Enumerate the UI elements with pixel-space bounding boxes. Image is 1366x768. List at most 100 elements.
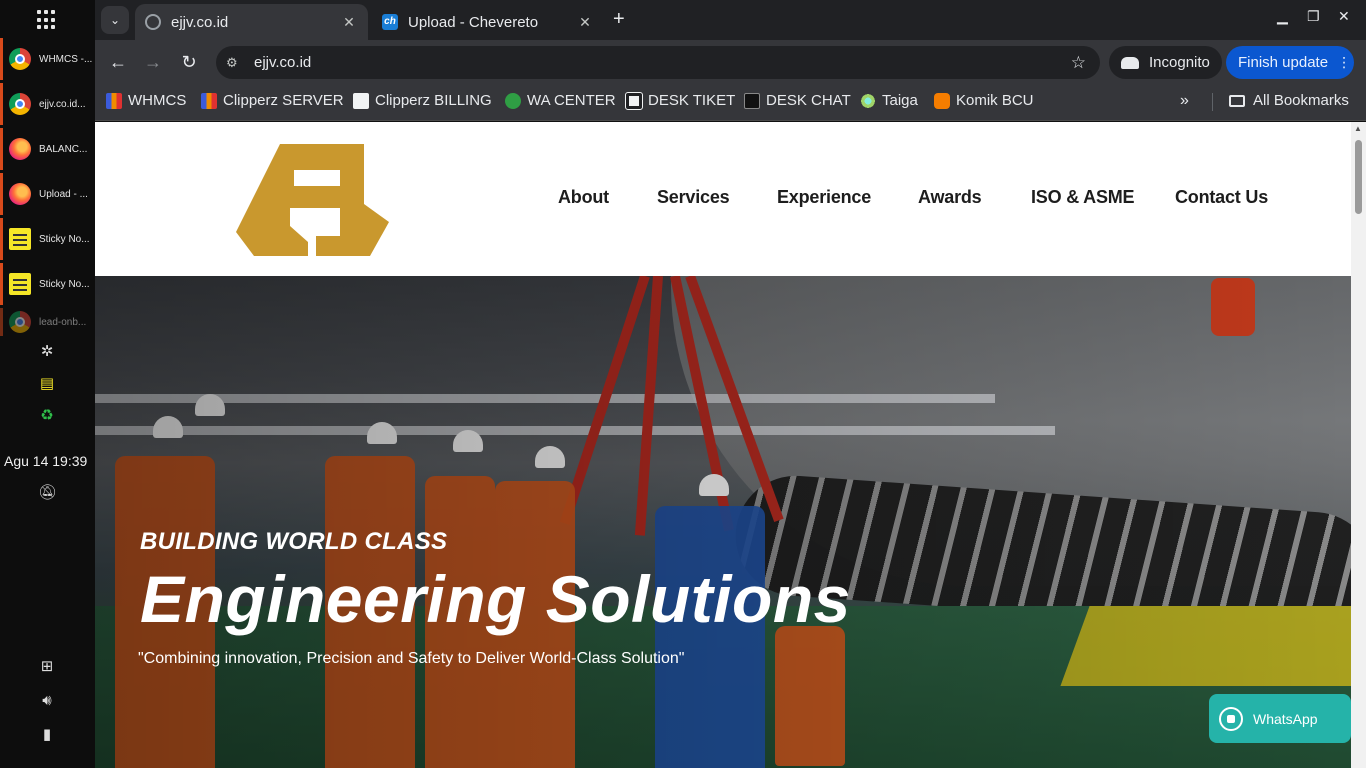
taskbar-item-label: Sticky No... <box>39 233 90 245</box>
firefox-icon <box>9 138 31 160</box>
taskbar-item-ejjv[interactable]: ejjv.co.id... <box>0 83 95 125</box>
nav-experience[interactable]: Experience <box>777 187 871 208</box>
tab-title: Upload - Chevereto <box>408 13 539 31</box>
blogger-icon <box>934 92 950 109</box>
taskbar-item-balance[interactable]: BALANC... <box>0 128 95 170</box>
nav-contact-us[interactable]: Contact Us <box>1175 187 1268 208</box>
page-viewport: About Services Experience Awards ISO & A… <box>95 122 1351 768</box>
desk-icon <box>625 91 643 110</box>
reload-button[interactable]: ↻ <box>178 51 200 73</box>
taskbar-item-lead[interactable]: lead-onb... <box>0 308 95 336</box>
chrome-icon <box>9 93 31 115</box>
hero-photo <box>95 276 1351 768</box>
bookmark-star-icon[interactable]: ☆ <box>1071 53 1086 73</box>
whatsapp-label: WhatsApp <box>1253 710 1318 727</box>
taskbar-item-label: ejjv.co.id... <box>39 98 86 110</box>
logo-mark <box>236 144 389 256</box>
restore-icon[interactable]: ❐ <box>1307 8 1320 25</box>
battery-icon[interactable]: ▮ <box>38 726 56 744</box>
new-tab-button[interactable]: + <box>613 8 625 31</box>
bookmark-clipperz-server[interactable]: Clipperz SERVER <box>201 92 344 109</box>
app-grid-icon[interactable] <box>37 10 57 30</box>
sticky-notes-tray-icon[interactable]: ▤ <box>38 375 56 393</box>
globe-icon <box>145 14 161 30</box>
hero-title: Engineering Solutions <box>140 562 851 636</box>
more-bookmarks-icon[interactable]: » <box>1180 92 1189 110</box>
chrome-icon <box>9 311 31 333</box>
clock[interactable]: Agu 14 19:39 <box>4 453 87 469</box>
minimize-icon[interactable]: ▁ <box>1277 8 1288 25</box>
all-bookmarks-button[interactable]: All Bookmarks <box>1229 92 1349 109</box>
taskbar-item-sticky-1[interactable]: Sticky No... <box>0 218 95 260</box>
scrollbar-thumb[interactable] <box>1355 140 1362 214</box>
sticky-notes-icon <box>9 273 31 295</box>
chevereto-icon: ch <box>382 14 398 30</box>
hero-subtitle: "Combining innovation, Precision and Saf… <box>138 650 685 667</box>
incognito-icon <box>1121 56 1139 69</box>
bookmark-label: Taiga <box>882 92 918 109</box>
bookmark-label: DESK CHAT <box>766 92 851 109</box>
all-bookmarks-label: All Bookmarks <box>1253 92 1349 109</box>
taskbar-item-label: lead-onb... <box>39 316 87 328</box>
bookmark-label: WA CENTER <box>527 92 616 109</box>
nav-about[interactable]: About <box>558 187 609 208</box>
close-window-icon[interactable]: ✕ <box>1338 8 1350 25</box>
bookmark-taiga[interactable]: Taiga <box>860 92 918 109</box>
tab-strip: ⌄ ejjv.co.id ✕ ch Upload - Chevereto ✕ +… <box>95 0 1366 40</box>
whatsapp-button[interactable]: WhatsApp <box>1209 694 1351 743</box>
close-tab-icon[interactable]: ✕ <box>340 14 358 31</box>
clipperz-icon <box>201 92 217 109</box>
bookmark-label: WHMCS <box>128 92 187 109</box>
nav-awards[interactable]: Awards <box>918 187 982 208</box>
wa-center-icon <box>505 92 521 109</box>
address-text[interactable]: ejjv.co.id <box>254 54 1071 71</box>
ejjv-logo[interactable] <box>236 144 389 256</box>
bookmark-whmcs[interactable]: WHMCS <box>106 92 186 109</box>
taskbar-item-label: BALANC... <box>39 143 88 155</box>
close-tab-icon[interactable]: ✕ <box>576 14 594 31</box>
slack-icon[interactable]: ✲ <box>38 343 56 361</box>
clipperz-billing-icon <box>353 92 369 109</box>
more-menu-icon: ⋮ <box>1337 54 1352 70</box>
firefox-icon <box>9 183 31 205</box>
nav-iso-asme[interactable]: ISO & ASME <box>1031 187 1135 208</box>
bookmark-label: Clipperz BILLING <box>375 92 492 109</box>
address-bar[interactable]: ⚙ ejjv.co.id ☆ <box>216 46 1100 79</box>
back-button[interactable]: ← <box>107 51 129 73</box>
nav-services[interactable]: Services <box>657 187 730 208</box>
bookmarks-divider <box>1212 93 1213 111</box>
network-icon[interactable]: ⊞ <box>38 658 56 676</box>
tab-ejjv[interactable]: ejjv.co.id ✕ <box>135 4 368 40</box>
chrome-icon <box>9 48 31 70</box>
recycle-icon[interactable]: ♻ <box>38 407 56 425</box>
finish-update-button[interactable]: Finish update ⋮ <box>1226 46 1354 79</box>
page-scrollbar[interactable]: ▲ <box>1351 122 1366 768</box>
site-header: About Services Experience Awards ISO & A… <box>95 122 1351 276</box>
site-info-icon[interactable]: ⚙ <box>226 55 244 71</box>
folder-icon <box>1229 94 1245 107</box>
bookmark-desk-tiket[interactable]: DESK TIKET <box>625 91 736 110</box>
incognito-label: Incognito <box>1149 54 1210 71</box>
taskbar-item-label: WHMCS -... <box>39 53 93 65</box>
bookmark-clipperz-billing[interactable]: Clipperz BILLING <box>353 92 492 109</box>
tab-search-button[interactable]: ⌄ <box>101 6 129 34</box>
scroll-up-icon[interactable]: ▲ <box>1354 124 1362 133</box>
taskbar-item-label: Sticky No... <box>39 278 90 290</box>
forward-button[interactable]: → <box>142 51 164 73</box>
sticky-notes-icon <box>9 228 31 250</box>
volume-icon[interactable]: 🔊︎ <box>38 692 56 710</box>
tab-chevereto[interactable]: ch Upload - Chevereto ✕ <box>372 4 604 40</box>
desk-chat-icon <box>744 92 760 109</box>
bookmark-wa-center[interactable]: WA CENTER <box>505 92 616 109</box>
bookmark-label: DESK TIKET <box>648 92 736 109</box>
bookmark-desk-chat[interactable]: DESK CHAT <box>744 92 851 109</box>
bookmark-label: Komik BCU <box>956 92 1034 109</box>
whatsapp-icon <box>1219 706 1243 731</box>
notifications-off-icon[interactable]: 🔕︎ <box>38 484 57 502</box>
taskbar-item-label: Upload - ... <box>39 188 88 200</box>
bookmark-komik-bcu[interactable]: Komik BCU <box>934 92 1034 109</box>
incognito-indicator[interactable]: Incognito <box>1109 46 1222 79</box>
taskbar-item-sticky-2[interactable]: Sticky No... <box>0 263 95 305</box>
taskbar-item-upload[interactable]: Upload - ... <box>0 173 95 215</box>
taskbar-item-whmcs[interactable]: WHMCS -... <box>0 38 95 80</box>
